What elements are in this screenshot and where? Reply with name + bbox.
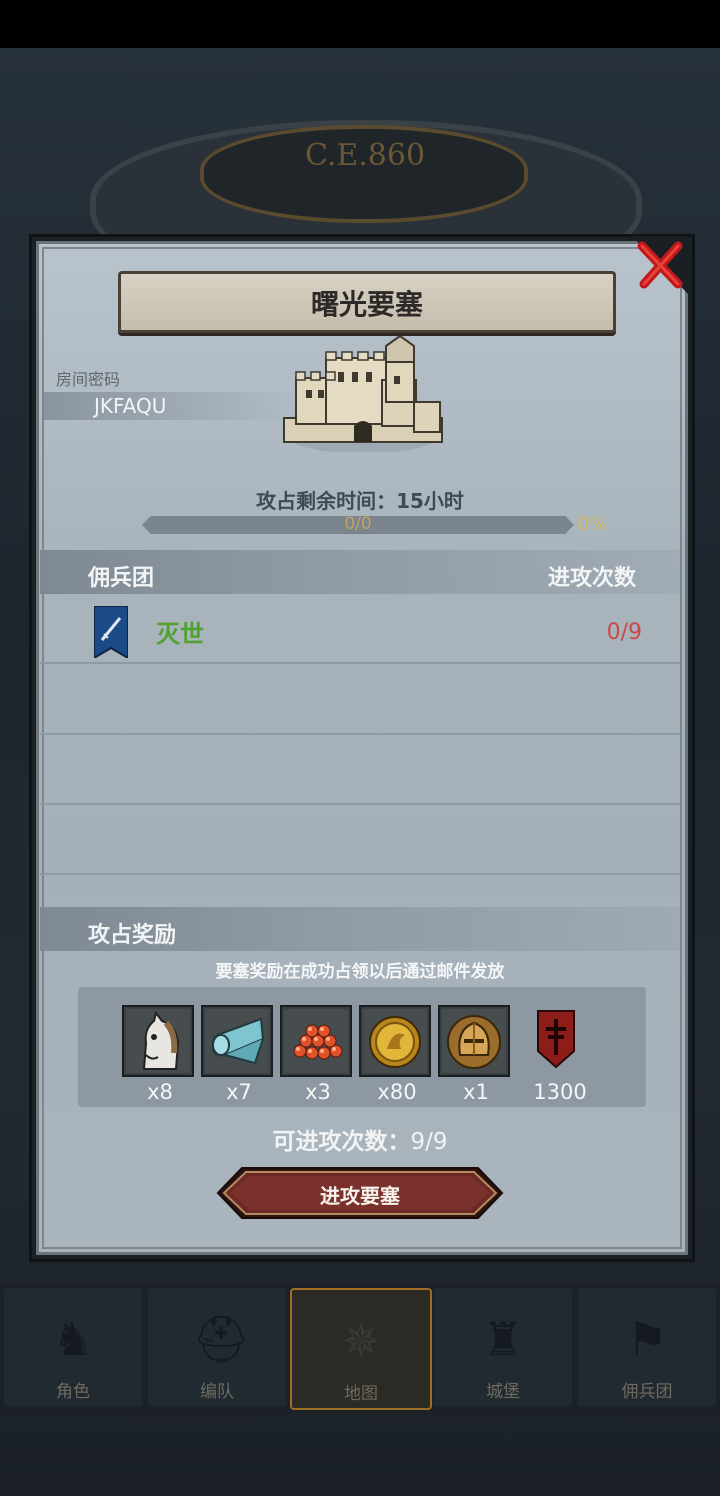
mercenary-icon: ⚑: [626, 1312, 668, 1366]
cloth-roll-icon: [205, 1009, 269, 1073]
nav-label: 编队: [200, 1382, 234, 1402]
reward-qty: x7: [226, 1080, 252, 1104]
nav-label: 地图: [344, 1384, 378, 1404]
reward-qty: x1: [463, 1080, 489, 1104]
knight-helmet-icon: [442, 1009, 506, 1073]
reward-item[interactable]: [438, 1005, 510, 1077]
reward-qty: x3: [305, 1080, 331, 1104]
row-divider: [40, 662, 680, 664]
attempts-label: 可进攻次数：: [272, 1129, 411, 1155]
room-password-label: 房间密码: [56, 370, 121, 389]
reward-qty: 1300: [533, 1080, 587, 1104]
nav-item-role[interactable]: ♞ 角色: [4, 1288, 142, 1406]
red-banner-icon: [537, 1010, 575, 1069]
room-code-bar: [44, 392, 294, 420]
background-side-panel: [0, 1040, 34, 1200]
remaining-attempts: 可进攻次数：9/9: [200, 1122, 520, 1156]
progress-value: 0/0: [344, 514, 372, 534]
helmet-icon: ⛑: [192, 1312, 251, 1366]
knight-icon: ♞: [52, 1312, 94, 1366]
reward-note: 要塞奖励在成功占领以后通过邮件发放: [215, 962, 505, 982]
room-code[interactable]: JKFAQU: [94, 394, 166, 418]
close-icon[interactable]: [632, 236, 688, 294]
time-remaining: 攻占剩余时间：15小时: [256, 489, 464, 513]
attempts-value: 9/9: [410, 1129, 448, 1155]
guild-flag-icon: [94, 606, 128, 658]
guild-section-title: 佣兵团: [88, 566, 155, 591]
row-divider: [40, 803, 680, 805]
nav-item-formation[interactable]: ⛑ 编队: [148, 1288, 286, 1406]
reward-item[interactable]: [122, 1005, 194, 1077]
fortress-icon: [283, 334, 443, 452]
reward-item[interactable]: [201, 1005, 273, 1077]
attack-fortress-label: 进攻要塞: [320, 1184, 400, 1208]
guild-attack-count: 0/9: [606, 620, 642, 645]
reward-item[interactable]: [359, 1005, 431, 1077]
compass-icon: ✵: [341, 1314, 381, 1368]
reward-section-title: 攻占奖励: [88, 923, 177, 948]
progress-percent: 0%: [577, 513, 608, 535]
red-gems-icon: [284, 1009, 348, 1073]
row-divider: [40, 733, 680, 735]
status-bar: [0, 0, 720, 48]
era-label: C.E.860: [304, 138, 426, 173]
horse-icon: [126, 1009, 190, 1073]
row-divider: [40, 873, 680, 875]
attack-count-header: 进攻次数: [548, 566, 637, 591]
reward-item[interactable]: [522, 1005, 594, 1077]
gold-coin-icon: [363, 1009, 427, 1073]
reward-qty: x80: [377, 1080, 417, 1104]
nav-item-mercenary[interactable]: ⚑ 佣兵团: [578, 1288, 716, 1406]
nav-label: 角色: [56, 1382, 90, 1402]
reward-qty: x8: [147, 1080, 173, 1104]
nav-label: 城堡: [486, 1382, 520, 1402]
castle-icon: ♜: [482, 1312, 524, 1366]
reward-item[interactable]: [280, 1005, 352, 1077]
title-banner: 曙光要塞: [118, 271, 616, 333]
nav-label: 佣兵团: [621, 1382, 673, 1402]
nav-item-map[interactable]: ✵ 地图: [290, 1288, 432, 1410]
guild-name: 灭世: [156, 620, 204, 648]
dialog-title: 曙光要塞: [310, 288, 423, 321]
nav-item-castle[interactable]: ♜ 城堡: [434, 1288, 572, 1406]
bottom-nav: ♞ 角色 ⛑ 编队 ✵ 地图 ♜ 城堡 ⚑ 佣兵团: [0, 1282, 720, 1412]
